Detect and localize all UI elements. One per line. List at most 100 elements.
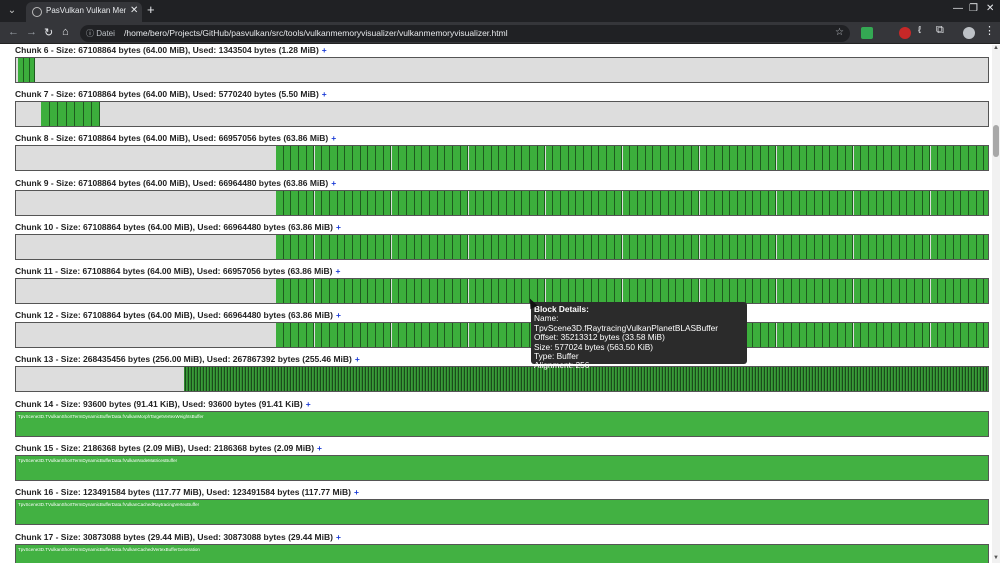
memory-block[interactable] [576,146,584,170]
memory-block[interactable] [892,191,900,215]
memory-block[interactable] [930,191,939,215]
memory-block[interactable] [314,323,323,347]
memory-block[interactable] [915,279,923,303]
memory-block[interactable] [915,235,923,259]
memory-block[interactable] [360,191,369,215]
memory-block[interactable] [699,191,708,215]
memory-block[interactable] [353,235,361,259]
memory-block[interactable] [730,235,738,259]
chunk-memory-bar[interactable] [15,190,989,216]
memory-block[interactable] [584,235,592,259]
memory-block[interactable] [784,323,792,347]
memory-block[interactable] [838,279,846,303]
expand-plus-button[interactable]: + [355,354,360,364]
memory-block[interactable] [483,235,492,259]
memory-block[interactable] [383,323,392,347]
scroll-thumb[interactable] [993,125,999,157]
memory-block[interactable] [961,146,969,170]
memory-block[interactable] [915,146,923,170]
memory-block[interactable] [314,146,323,170]
memory-block[interactable] [745,235,754,259]
memory-block[interactable] [329,146,338,170]
memory-block[interactable] [507,323,515,347]
memory-block[interactable] [507,235,515,259]
expand-plus-button[interactable]: + [322,45,327,55]
memory-block[interactable] [722,146,731,170]
memory-block[interactable] [476,323,484,347]
memory-block[interactable] [815,279,823,303]
memory-block[interactable] [291,146,300,170]
maximize-icon[interactable]: ❐ [969,3,978,14]
memory-block[interactable] [576,235,584,259]
memory-block[interactable] [507,279,515,303]
memory-block[interactable] [868,191,877,215]
memory-block[interactable] [637,235,646,259]
memory-block[interactable] [607,279,615,303]
memory-block[interactable] [945,146,954,170]
memory-block[interactable] [922,146,931,170]
memory-block[interactable] [976,279,985,303]
memory-block[interactable] [884,279,892,303]
memory-block[interactable] [930,323,939,347]
memory-block[interactable] [684,279,692,303]
chunk-memory-bar[interactable]: TpvScene3D.TVulkanShortTermDynamicBuffer… [15,544,989,563]
memory-block[interactable] [984,191,988,215]
memory-block[interactable] [953,323,962,347]
memory-block[interactable] [776,279,785,303]
memory-block[interactable] [483,191,492,215]
memory-block[interactable] [514,279,523,303]
memory-block[interactable] [922,279,931,303]
expand-plus-button[interactable]: + [306,399,311,409]
memory-block[interactable] [430,191,438,215]
memory-block[interactable] [799,323,808,347]
memory-block[interactable] [738,191,746,215]
memory-block[interactable] [414,146,423,170]
scroll-up-icon[interactable]: ▲ [993,45,999,51]
memory-block[interactable] [661,279,669,303]
memory-block[interactable] [391,191,400,215]
memory-block[interactable] [276,279,284,303]
memory-block[interactable] [476,191,484,215]
memory-block[interactable] [930,235,939,259]
memory-block[interactable] [822,279,831,303]
memory-block[interactable] [830,323,839,347]
memory-block[interactable] [483,146,492,170]
memory-block[interactable] [276,235,284,259]
memory-block[interactable] [976,235,985,259]
chunk-memory-bar[interactable] [15,145,989,171]
memory-block[interactable] [922,191,931,215]
memory-block[interactable] [861,146,869,170]
chunk-memory-bar[interactable] [15,278,989,304]
memory-block[interactable] [853,235,862,259]
memory-block[interactable] [768,146,777,170]
chunk-memory-bar[interactable]: TpvScene3D.TVulkanShortTermDynamicBuffer… [15,411,989,437]
memory-block[interactable] [892,146,900,170]
memory-block[interactable] [838,146,846,170]
memory-block[interactable] [722,191,731,215]
memory-block[interactable] [491,279,500,303]
memory-block[interactable] [306,191,315,215]
memory-block[interactable] [537,146,546,170]
star-icon[interactable]: ☆ [835,27,844,38]
memory-block[interactable] [607,191,615,215]
memory-block[interactable] [815,191,823,215]
memory-block[interactable] [807,146,815,170]
memory-block[interactable] [861,279,869,303]
memory-block[interactable] [514,235,523,259]
memory-block[interactable] [722,235,731,259]
memory-block[interactable] [745,191,754,215]
memory-block[interactable] [938,235,946,259]
memory-block[interactable] [499,323,507,347]
memory-block[interactable] [969,323,977,347]
memory-block[interactable] [915,323,923,347]
close-icon[interactable]: ✕ [130,5,138,16]
memory-block[interactable] [753,146,762,170]
memory-block[interactable] [437,279,446,303]
memory-block[interactable] [522,235,531,259]
memory-block[interactable] [876,191,885,215]
memory-block[interactable] [445,191,454,215]
memory-block[interactable] [545,279,554,303]
memory-block[interactable]: TpvScene3D.TVulkanShortTermDynamicBuffer… [16,545,988,563]
memory-block[interactable] [591,146,600,170]
memory-block[interactable] [345,146,353,170]
